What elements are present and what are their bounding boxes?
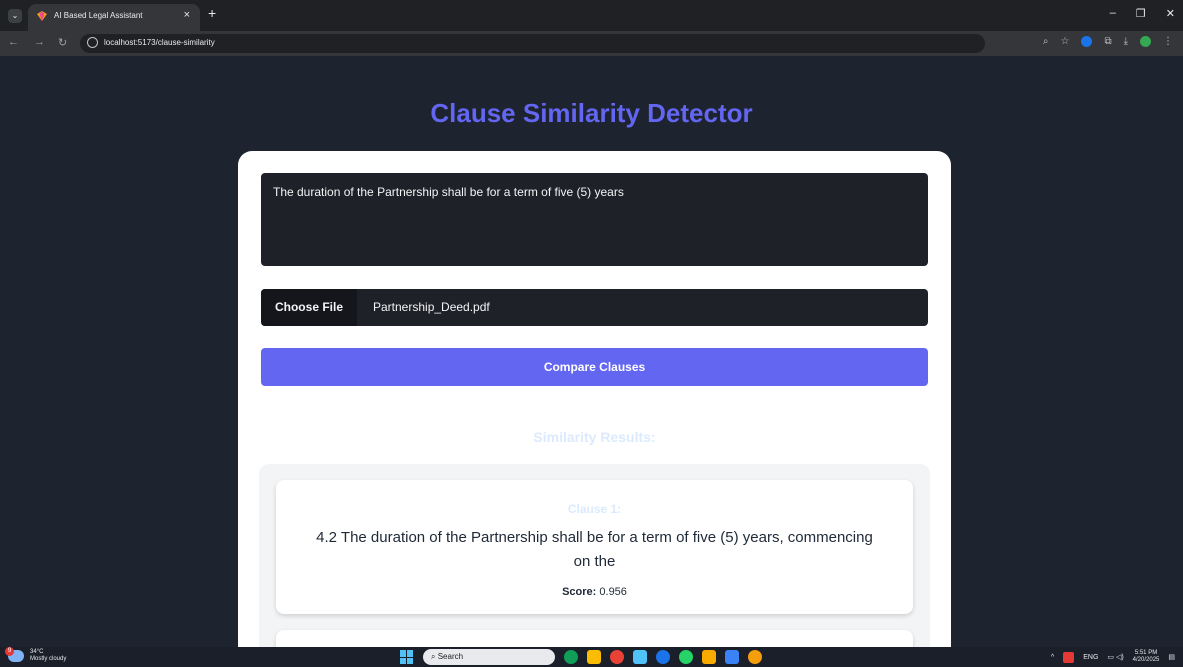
taskbar: 9 34°C Mostly cloudy ⌕ Search ^ ENG ▭ ◁)…	[0, 647, 1183, 667]
whatsapp-icon[interactable]	[679, 650, 693, 664]
clock-time: 5:51 PM	[1134, 650, 1158, 656]
tray-app-icon[interactable]	[1063, 651, 1075, 663]
app-favicon-icon	[37, 11, 47, 21]
clause-textarea[interactable]: The duration of the Partnership shall be…	[261, 173, 928, 266]
tab-title: AI Based Legal Assistant	[54, 11, 143, 20]
browser-tab-strip: ⌄ AI Based Legal Assistant × + – ❐ ✕	[0, 0, 1183, 31]
close-window-button[interactable]: ✕	[1166, 7, 1175, 20]
results-heading: Similarity Results:	[533, 429, 656, 445]
selected-file-name: Partnership_Deed.pdf	[373, 300, 490, 314]
score-value: 0.956	[599, 586, 627, 598]
window-controls: – ❐ ✕	[1110, 7, 1175, 20]
zoom-icon[interactable]: ⌕	[1043, 36, 1049, 47]
address-bar[interactable]: localhost:5173/clause-similarity	[80, 34, 985, 53]
clause-form-card: The duration of the Partnership shall be…	[238, 151, 951, 667]
toolbar-right-icons: ⌕ ☆ ⧉ ⤓ ⋮	[1043, 36, 1173, 47]
forward-icon[interactable]: →	[34, 36, 45, 48]
taskbar-apps: ⌕ Search	[400, 649, 762, 665]
restore-button[interactable]: ❐	[1136, 7, 1146, 20]
language-indicator[interactable]: ENG	[1083, 654, 1098, 661]
clock-date: 4/20/2025	[1132, 657, 1160, 663]
cloud-icon: 9	[5, 647, 24, 662]
minimize-button[interactable]: –	[1110, 7, 1116, 20]
bookmark-star-icon[interactable]: ☆	[1060, 36, 1069, 47]
new-tab-button[interactable]: +	[208, 5, 216, 21]
browser-tab[interactable]: AI Based Legal Assistant ×	[28, 4, 200, 31]
app-icon-4[interactable]	[633, 650, 647, 664]
extension-check-icon[interactable]	[1081, 36, 1093, 47]
similarity-score: Score: 0.956	[276, 586, 913, 598]
site-info-icon[interactable]	[87, 37, 98, 48]
app-icon-1[interactable]	[564, 650, 578, 664]
weather-temp: 34°C	[30, 649, 44, 655]
extensions-puzzle-icon[interactable]: ⧉	[1104, 36, 1111, 47]
back-icon[interactable]: ←	[8, 36, 19, 48]
score-label: Score:	[562, 586, 597, 598]
app-icon-5[interactable]	[656, 650, 670, 664]
app-icon-3[interactable]	[610, 650, 624, 664]
tray-chevron-icon[interactable]: ^	[1051, 654, 1054, 661]
network-volume-icon[interactable]: ▭ ◁)	[1107, 653, 1123, 661]
weather-badge: 9	[5, 647, 14, 656]
url-text: localhost:5173/clause-similarity	[104, 38, 215, 47]
tab-close-icon[interactable]: ×	[184, 9, 190, 21]
app-icon-2[interactable]	[587, 650, 601, 664]
taskbar-search-label: Search	[437, 652, 464, 661]
results-panel: Clause 1: 4.2 The duration of the Partne…	[259, 464, 930, 667]
compare-clauses-button[interactable]: Compare Clauses	[261, 348, 928, 386]
weather-widget[interactable]: 9 34°C Mostly cloudy	[5, 647, 67, 663]
reload-icon[interactable]: ↻	[58, 36, 67, 49]
clause-text: 4.2 The duration of the Partnership shal…	[316, 529, 873, 570]
page-title: Clause Similarity Detector	[430, 98, 753, 128]
browser-toolbar: ← → ↻ localhost:5173/clause-similarity ⌕…	[0, 31, 1183, 56]
taskbar-search[interactable]: ⌕ Search	[423, 649, 555, 665]
vscode-icon[interactable]	[725, 650, 739, 664]
file-explorer-icon[interactable]	[702, 650, 716, 664]
file-input[interactable]: Choose File Partnership_Deed.pdf	[261, 289, 928, 326]
windows-start-icon[interactable]	[400, 650, 414, 664]
clock[interactable]: 5:51 PM 4/20/2025	[1133, 650, 1160, 664]
result-card: Clause 1: 4.2 The duration of the Partne…	[276, 480, 913, 614]
browser-menu-icon[interactable]: ⋮	[1163, 36, 1173, 47]
downloads-icon[interactable]: ⤓	[1124, 36, 1128, 47]
profile-avatar-icon[interactable]	[1140, 36, 1151, 47]
chrome-icon[interactable]	[748, 650, 762, 664]
weather-desc: Mostly cloudy	[30, 656, 67, 662]
tab-search-icon[interactable]: ⌄	[8, 9, 22, 23]
choose-file-button[interactable]: Choose File	[261, 289, 357, 326]
clause-label: Clause 1:	[567, 502, 622, 516]
system-tray: ^ ENG ▭ ◁) 5:51 PM 4/20/2025 ▤	[1051, 650, 1175, 664]
notification-icon[interactable]: ▤	[1168, 653, 1175, 661]
